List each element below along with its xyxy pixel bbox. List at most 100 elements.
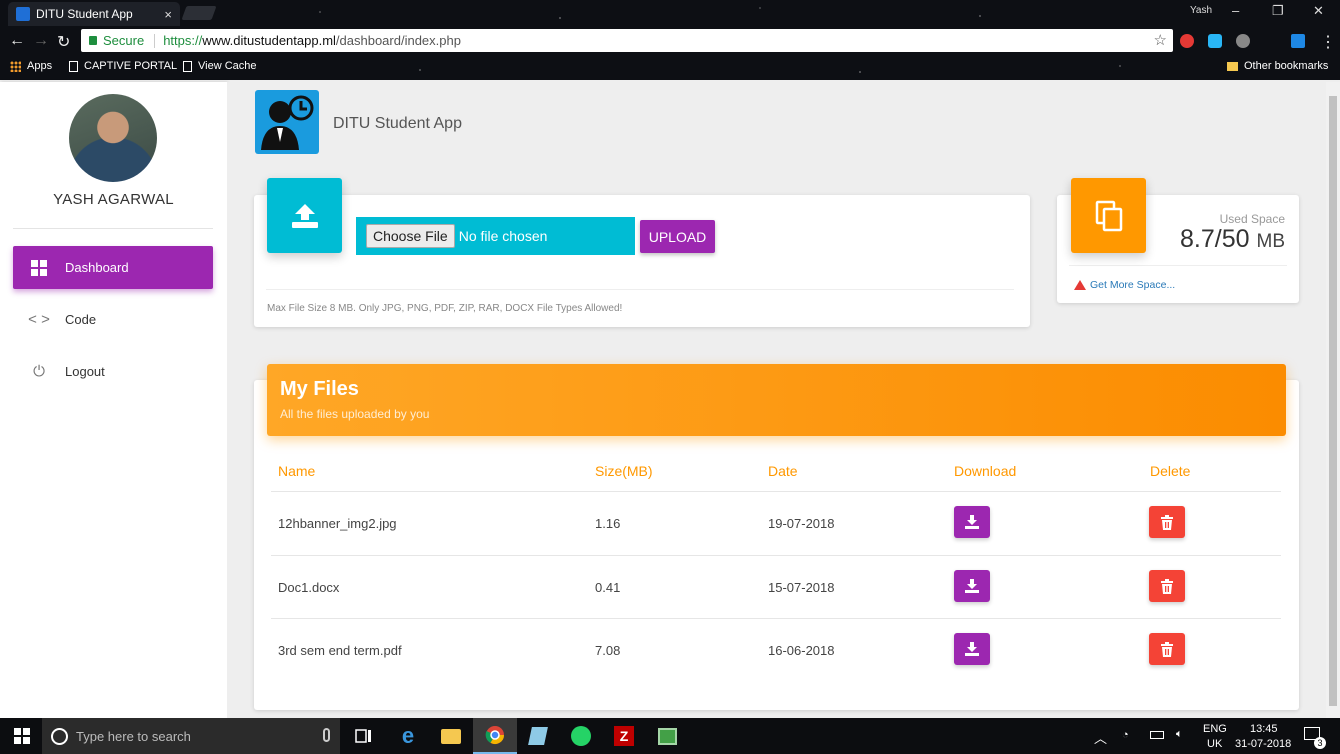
notepad-app-icon[interactable]	[516, 718, 560, 754]
forward-icon[interactable]: →	[33, 32, 49, 50]
battery-icon[interactable]	[1150, 731, 1164, 739]
page-scrollbar[interactable]	[1326, 82, 1340, 718]
maximize-icon[interactable]: ❐	[1272, 3, 1284, 19]
volume-icon[interactable]: 🔈︎	[1176, 728, 1183, 741]
new-tab-button[interactable]	[181, 6, 217, 20]
sidebar-item-dashboard[interactable]: Dashboard	[13, 246, 213, 289]
column-header-download: Download	[954, 463, 1017, 479]
upload-button[interactable]: UPLOAD	[640, 220, 715, 253]
bookmark-cache-label: View Cache	[198, 60, 257, 72]
chrome-icon[interactable]	[473, 718, 517, 754]
bookmark-captive-portal[interactable]: CAPTIVE PORTAL	[69, 60, 177, 72]
column-header-name: Name	[278, 463, 316, 479]
tray-chevron-icon[interactable]: ︿	[1094, 728, 1107, 747]
filezilla-icon[interactable]: Z	[602, 718, 646, 754]
taskbar-search-placeholder: Type here to search	[76, 728, 191, 744]
used-space-label: Used Space	[1219, 212, 1285, 226]
user-name: YASH AGARWAL	[53, 191, 174, 208]
windows-start-icon[interactable]	[0, 718, 44, 754]
delete-button[interactable]	[1149, 633, 1185, 665]
bookmark-other[interactable]: Other bookmarks	[1227, 60, 1328, 72]
folder-icon	[1227, 61, 1238, 71]
bookmark-star-icon[interactable]: ☆	[1154, 31, 1167, 49]
app-brand-name: DITU Student App	[333, 115, 462, 132]
column-header-date: Date	[768, 463, 798, 479]
file-explorer-icon[interactable]	[429, 718, 473, 754]
tab-close-icon[interactable]: ×	[164, 7, 172, 22]
warning-icon	[1074, 280, 1086, 290]
minimize-icon[interactable]: –	[1232, 3, 1239, 18]
upload-card-divider	[266, 289, 1014, 290]
language-top[interactable]: ENG	[1203, 723, 1227, 735]
sidebar-item-label: Logout	[65, 364, 105, 379]
back-icon[interactable]: ←	[9, 32, 25, 50]
file-date: 19-07-2018	[768, 516, 835, 531]
task-view-icon[interactable]	[342, 718, 386, 754]
url-scheme: https://	[163, 33, 203, 48]
bookmark-apps[interactable]: Apps	[10, 60, 52, 72]
browser-tab[interactable]: DITU Student App ×	[8, 2, 180, 26]
omnibox-divider	[154, 33, 156, 48]
column-header-delete: Delete	[1150, 463, 1191, 479]
windows-taskbar: Type here to search e Z ︿ ◔ 🔈︎ ENG UK 13…	[0, 718, 1340, 754]
file-date: 15-07-2018	[768, 580, 835, 595]
download-button[interactable]	[954, 633, 990, 665]
get-more-space-label: Get More Space...	[1090, 279, 1176, 291]
browser-chrome: DITU Student App × Yash – ❐ ✕ ← → ↻ Secu…	[0, 0, 1340, 80]
whatsapp-icon[interactable]	[559, 718, 603, 754]
scrollbar-thumb[interactable]	[1329, 96, 1337, 706]
upload-note: Max File Size 8 MB. Only JPG, PNG, PDF, …	[267, 303, 623, 314]
trash-icon	[1161, 514, 1173, 530]
download-icon	[965, 515, 979, 529]
download-button[interactable]	[954, 570, 990, 602]
trash-icon	[1161, 641, 1173, 657]
dashboard-icon	[13, 259, 65, 276]
file-size: 0.41	[595, 580, 621, 595]
lock-icon	[89, 36, 97, 45]
clock-time[interactable]: 13:45	[1250, 723, 1278, 735]
microphone-icon[interactable]	[323, 728, 330, 742]
file-input[interactable]: Choose File No file chosen	[356, 217, 635, 255]
delete-button[interactable]	[1149, 506, 1185, 538]
extension-sync-icon[interactable]	[1208, 34, 1222, 48]
close-window-icon[interactable]: ✕	[1313, 3, 1324, 19]
reload-icon[interactable]: ↻	[57, 32, 70, 52]
secure-label: Secure	[103, 33, 145, 48]
wifi-icon[interactable]: ◔	[1122, 729, 1129, 741]
download-icon	[965, 579, 979, 593]
extension-cast-icon[interactable]	[1291, 34, 1305, 48]
file-name: 12hbanner_img2.jpg	[278, 516, 397, 531]
address-bar[interactable]: Secure https:// www.ditustudentapp.ml /d…	[81, 29, 1173, 52]
clock-date[interactable]: 31-07-2018	[1235, 738, 1291, 750]
sidebar-item-logout[interactable]: ⏻ Logout	[13, 350, 213, 393]
green-app-icon[interactable]	[645, 718, 689, 754]
language-bottom[interactable]: UK	[1207, 738, 1222, 750]
extension-guard-icon[interactable]	[1236, 34, 1250, 48]
copy-icon	[1071, 178, 1146, 253]
sidebar-item-code[interactable]: < > Code	[13, 298, 213, 341]
notification-count-badge: 3	[1314, 737, 1326, 749]
choose-file-button[interactable]: Choose File	[366, 224, 455, 248]
files-title: My Files	[280, 378, 359, 400]
sidebar: YASH AGARWAL Dashboard < > Code ⏻ Logout	[0, 82, 227, 718]
bookmark-view-cache[interactable]: View Cache	[183, 60, 257, 72]
browser-menu-icon[interactable]: ⋮	[1320, 32, 1336, 52]
delete-button[interactable]	[1149, 570, 1185, 602]
taskbar-search[interactable]: Type here to search	[42, 718, 340, 754]
download-button[interactable]	[954, 506, 990, 538]
bookmark-other-label: Other bookmarks	[1244, 60, 1329, 72]
files-header: My Files All the files uploaded by you	[267, 364, 1286, 436]
extension-shield-icon[interactable]	[1180, 34, 1194, 48]
files-subtitle: All the files uploaded by you	[280, 407, 430, 421]
get-more-space-link[interactable]: Get More Space...	[1074, 279, 1175, 291]
avatar	[69, 94, 157, 182]
table-row: 3rd sem end term.pdf 7.08 16-06-2018	[271, 618, 1281, 681]
file-name: Doc1.docx	[278, 580, 340, 595]
column-header-size: Size(MB)	[595, 463, 653, 479]
bookmark-apps-label: Apps	[27, 60, 53, 72]
table-row: Doc1.docx 0.41 15-07-2018	[271, 555, 1281, 618]
sidebar-item-label: Code	[65, 312, 97, 327]
used-space-value: 8.7/50 MB	[1180, 225, 1285, 253]
file-status: No file chosen	[458, 228, 548, 244]
edge-browser-icon[interactable]: e	[386, 718, 430, 754]
